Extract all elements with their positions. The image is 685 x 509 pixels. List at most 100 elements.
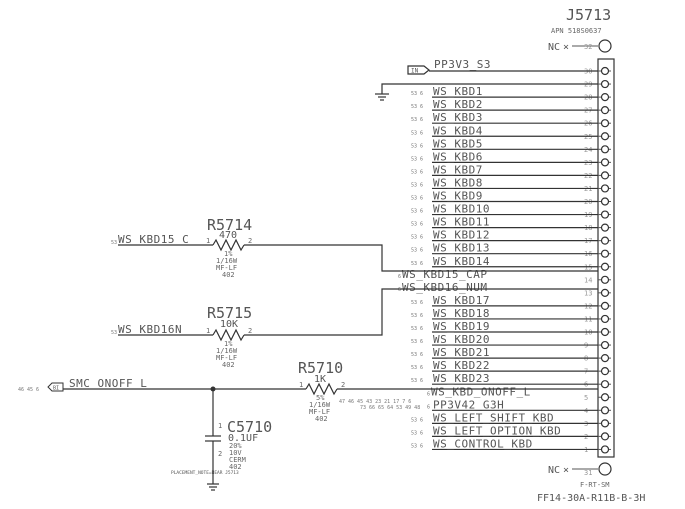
pin-1-label: 1 bbox=[299, 381, 303, 389]
nc-pin-number-top: 32 bbox=[584, 43, 592, 51]
net-refs: 53 6 bbox=[411, 143, 423, 149]
net-label: WS_KBD23 bbox=[433, 372, 490, 385]
net-label-ws-kbd16n: WS_KBD16N bbox=[118, 323, 182, 336]
net-refs: 53 6 bbox=[411, 196, 423, 202]
net-refs: 53 6 bbox=[411, 339, 423, 345]
pin-circle-icon bbox=[600, 171, 610, 180]
pin-number: 13 bbox=[584, 289, 592, 297]
power-in-port[interactable]: IN bbox=[407, 65, 430, 75]
net-refs: 53 6 bbox=[411, 222, 423, 228]
connector-pin-30: 30PP3V3_S3 bbox=[429, 58, 611, 76]
resistor-r5714[interactable]: 53 WS_KBD15_C 1 2 R5714 470 1% 1/16W MF-… bbox=[111, 216, 598, 279]
pin-circle-icon bbox=[600, 275, 610, 284]
resistor-zigzag-icon bbox=[212, 328, 245, 342]
pin-number: 14 bbox=[584, 276, 592, 284]
net-label: WS_CONTROL_KBD bbox=[433, 437, 533, 450]
connector-apn: APN 518S0637 bbox=[551, 27, 602, 35]
net-label: WS_KBD22 bbox=[433, 359, 490, 372]
pin-circle-icon bbox=[600, 393, 610, 402]
net-label: WS_KBD4 bbox=[433, 124, 483, 137]
net-refs: 53 6 bbox=[411, 117, 423, 123]
net-refs: 53 6 bbox=[411, 378, 423, 384]
pin-circle-icon bbox=[600, 79, 610, 89]
capacitor-c5710[interactable]: 1 2 C5710 0.1UF 20% 10V CERM 402 PLACEME… bbox=[171, 389, 272, 491]
net-label: WS_KBD10 bbox=[433, 203, 490, 216]
port-bidir-label: BI bbox=[53, 386, 59, 392]
pin-circle-icon bbox=[600, 367, 610, 376]
net-label: PP3V3_S3 bbox=[434, 58, 491, 71]
component-value: 470 bbox=[219, 230, 237, 241]
net-refs: 53 6 bbox=[411, 156, 423, 162]
pin-circle-icon bbox=[600, 145, 610, 154]
net-label: WS_KBD7 bbox=[433, 163, 483, 176]
net-refs: 53 6 bbox=[411, 417, 423, 423]
connector-footprint: F-RT-SM bbox=[580, 481, 610, 489]
net-refs: 53 6 bbox=[411, 352, 423, 358]
net-refs: 53 6 bbox=[411, 248, 423, 254]
net-refs: 53 6 bbox=[411, 104, 423, 110]
pin-circle-icon bbox=[600, 158, 610, 167]
net-refs: 6 bbox=[398, 274, 401, 280]
component-size: 402 bbox=[222, 271, 235, 279]
net-label: WS_KBD12 bbox=[433, 229, 490, 242]
net-refs: 53 bbox=[111, 330, 117, 336]
net-label: WS_KBD21 bbox=[433, 346, 490, 359]
net-label: WS_LEFT_OPTION_KBD bbox=[433, 424, 561, 437]
net-label: WS_KBD8 bbox=[433, 176, 483, 189]
pin-2-label: 2 bbox=[218, 450, 222, 458]
pin-circle-icon bbox=[600, 354, 610, 363]
pin-circle-icon bbox=[598, 39, 612, 53]
pin-circle-icon bbox=[600, 223, 610, 232]
resistor-zigzag-icon bbox=[212, 238, 245, 252]
net-label: WS_KBD2 bbox=[433, 98, 483, 111]
pin-circle-icon bbox=[600, 92, 610, 102]
net-label: WS_KBD19 bbox=[433, 320, 490, 333]
net-label: WS_KBD17 bbox=[433, 294, 490, 307]
pin-circle-icon bbox=[600, 249, 610, 258]
net-refs: 53 6 bbox=[411, 365, 423, 371]
pin-circle-icon bbox=[600, 380, 610, 389]
net-refs: 53 6 bbox=[411, 300, 423, 306]
pin-1-label: 1 bbox=[218, 422, 222, 430]
pin-circle-icon bbox=[600, 432, 610, 441]
net-label: WS_KBD14 bbox=[433, 255, 490, 268]
pin-number: 5 bbox=[584, 394, 588, 402]
pin-circle-icon bbox=[600, 406, 610, 415]
nc-pin-32: NC × 32 bbox=[548, 39, 612, 53]
nc-label-bottom: NC bbox=[548, 465, 560, 476]
net-label: WS_KBD15_CAP bbox=[402, 268, 487, 281]
net-label: WS_KBD20 bbox=[433, 333, 490, 346]
pin-circle-icon bbox=[600, 119, 610, 128]
net-refs: 53 6 bbox=[411, 430, 423, 436]
pin-circle-icon bbox=[600, 184, 610, 193]
net-label: WS_KBD6 bbox=[433, 150, 483, 163]
smc-onoff-port[interactable]: 46 45 6 BI SMC_ONOFF_L bbox=[18, 377, 306, 393]
pin-circle-icon bbox=[600, 262, 610, 271]
pin-circle-icon bbox=[600, 106, 610, 115]
net-label-smc-onoff-l: SMC_ONOFF_L bbox=[69, 377, 147, 390]
pin-circle-icon bbox=[600, 210, 610, 219]
net-refs: 6 bbox=[427, 391, 430, 397]
port-in-label: IN bbox=[411, 68, 419, 75]
placement-note: PLACEMENT_NOTE=NEAR J5713 bbox=[171, 470, 239, 476]
pin-circle-icon bbox=[600, 301, 610, 310]
connector-part-number: FF14-30A-R11B-B-3H bbox=[537, 493, 645, 504]
net-label: WS_KBD11 bbox=[433, 216, 490, 229]
net-label-ws-kbd15-c: WS_KBD15_C bbox=[118, 233, 189, 246]
no-connect-x-icon: × bbox=[563, 465, 569, 476]
net-label: WS_KBD5 bbox=[433, 137, 483, 150]
resistor-r5715[interactable]: 53 WS_KBD16N 1 2 R5715 10K 1% 1/16W MF-L… bbox=[111, 288, 598, 369]
net-refs: 53 6 bbox=[411, 130, 423, 136]
net-refs: 53 6 bbox=[411, 182, 423, 188]
pin-circle-icon bbox=[600, 288, 610, 297]
net-refs: 53 6 bbox=[411, 209, 423, 215]
net-label: WS_LEFT_SHIFT_KBD bbox=[433, 411, 554, 424]
connector-ref: J5713 bbox=[566, 6, 611, 24]
net-refs: 53 6 bbox=[411, 91, 423, 97]
net-refs: 53 6 bbox=[411, 326, 423, 332]
net-label: WS_KBD18 bbox=[433, 307, 490, 320]
pin-circle-icon bbox=[600, 132, 610, 141]
component-value: 1K bbox=[314, 374, 326, 385]
net-label: WS_KBD9 bbox=[433, 190, 483, 203]
net-label: WS_KBD1 bbox=[433, 85, 483, 98]
